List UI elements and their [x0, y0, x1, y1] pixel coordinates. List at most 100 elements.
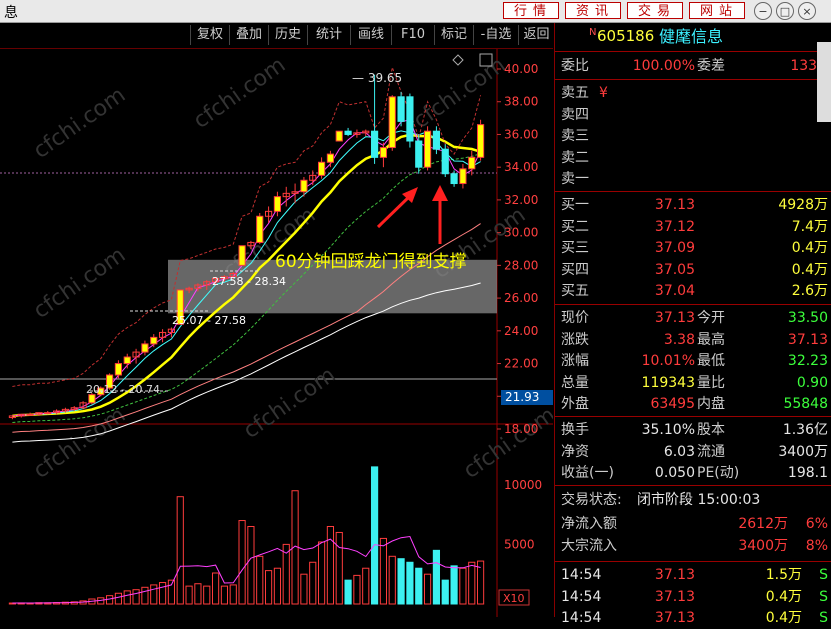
candle-body — [238, 245, 246, 266]
tool-zixuan[interactable]: -自选 — [473, 25, 518, 45]
price-tick-label: 38.00 — [504, 95, 538, 109]
kline-chart-area[interactable]: cfchi.com cfchi.com cfchi.com cfchi.com cfch… — [0, 49, 560, 617]
tick-price: 37.13 — [654, 588, 695, 605]
candle-body — [450, 173, 458, 185]
buy-volume: 4928万 — [778, 197, 828, 213]
stat-label: 涨幅 — [561, 353, 589, 369]
stat-value: 37.13 — [654, 310, 695, 326]
buy-label: 买三 — [561, 240, 589, 256]
stat-value-2: 33.50 — [787, 310, 828, 326]
stat-value-2: 37.13 — [787, 331, 828, 348]
annotation-text: 60分钟回踩龙门得到支撑 — [275, 252, 467, 272]
flow-row: 大宗流入 3400万 8% — [555, 536, 831, 557]
tick-row: 14:54 37.13 1.5万 S — [555, 565, 831, 586]
candle-body — [300, 179, 308, 193]
sell-row: 卖一 — [555, 169, 831, 190]
price-tick-label: 28.00 — [504, 258, 538, 272]
sell-row: 卖三 — [555, 126, 831, 147]
fin-row: 收益(一) 0.050 PE(动) 198.1 — [555, 463, 831, 484]
tick-row: 14:54 37.13 0.4万 S — [555, 608, 831, 629]
buy-label: 买二 — [561, 218, 589, 235]
fin-value-2: 1.36亿 — [782, 422, 828, 438]
fin-label-2: PE(动) — [697, 465, 740, 481]
buy-volume: 7.4万 — [791, 218, 828, 235]
buy-price: 37.12 — [654, 218, 695, 235]
restore-button[interactable]: □ — [776, 2, 794, 20]
stock-name: 健麾信息 — [659, 27, 724, 46]
candle-body — [468, 156, 476, 170]
fin-value-2: 198.1 — [787, 465, 828, 481]
candle-body — [415, 140, 423, 168]
buy-label: 买五 — [561, 283, 589, 299]
candle-body — [441, 148, 449, 175]
tool-fuquan[interactable]: 复权 — [190, 25, 229, 45]
stat-label: 外盘 — [561, 396, 589, 412]
tool-huaxian[interactable]: 画线 — [350, 25, 391, 45]
price-tick-label: 24.00 — [504, 324, 538, 338]
candle-body — [326, 153, 335, 163]
flow-pct: 6% — [805, 516, 828, 532]
buy-row: 买四 37.05 0.4万 — [555, 260, 831, 281]
tick-price: 37.13 — [654, 567, 695, 583]
title-bar: 息 行情 资讯 交易 网站 − □ × — [0, 0, 831, 23]
fin-value: 0.050 — [654, 465, 695, 481]
stat-value: 3.38 — [663, 331, 695, 348]
nav-wangzhan-button[interactable]: 网站 — [689, 2, 745, 19]
weibi-value: 100.00% — [632, 58, 695, 74]
buy-price: 37.13 — [654, 197, 695, 213]
tick-side: S — [819, 588, 828, 605]
side-scrollbar[interactable] — [817, 42, 831, 122]
sell-label: 卖四 — [561, 106, 589, 123]
candle-body — [397, 96, 405, 122]
stat-row: 总量 119343 量比 0.90 — [555, 373, 831, 394]
tool-lishi[interactable]: 历史 — [268, 25, 307, 45]
close-button[interactable]: × — [798, 2, 816, 20]
minimize-button[interactable]: − — [754, 2, 772, 20]
sell-label: 卖五 — [561, 85, 589, 101]
buy-volume: 0.4万 — [791, 261, 828, 278]
stat-value: 63495 — [650, 396, 695, 412]
kline-chart[interactable]: cfchi.com cfchi.comcfchi.com cfchi.comcfch… — [0, 49, 560, 617]
candle-body — [370, 130, 379, 158]
candle-body — [432, 130, 441, 150]
stat-label: 涨跌 — [561, 331, 589, 348]
tool-tongji[interactable]: 统计 — [307, 25, 350, 45]
sell-label: 卖二 — [561, 149, 589, 166]
weibi-row: 委比 100.00% 委差 1330 — [555, 56, 831, 77]
buy-label: 买四 — [561, 261, 589, 278]
tool-fanhui[interactable]: 返回 — [518, 25, 554, 45]
fin-row: 净资 6.03 流通 3400万 — [555, 442, 831, 463]
flow-row: 净流入额 2612万 6% — [555, 514, 831, 535]
candle-body — [317, 161, 326, 176]
trade-status-value: 闭市阶段 15:00:03 — [637, 492, 761, 508]
price-tick-label: 34.00 — [504, 160, 538, 174]
price-tick-label: 32.00 — [504, 193, 538, 207]
candle-body — [123, 356, 131, 365]
volume-bar — [370, 466, 379, 605]
stat-row: 涨跌 3.38 最高 37.13 — [555, 330, 831, 351]
nav-zixun-button[interactable]: 资讯 — [565, 2, 621, 19]
trade-status-row: 交易状态: 闭市阶段 15:00:03 — [555, 490, 831, 511]
nav-hangqing-button[interactable]: 行情 — [503, 2, 559, 19]
stat-row: 涨幅 10.01% 最低 32.23 — [555, 351, 831, 372]
buy-row: 买二 37.12 7.4万 — [555, 217, 831, 238]
volume-bar — [406, 561, 414, 605]
sell-row: 卖四 — [555, 105, 831, 126]
flow-label: 大宗流入 — [561, 537, 617, 554]
volume-bar — [441, 579, 449, 605]
stock-code-prefix: N — [589, 27, 597, 38]
sell-row: 卖二 — [555, 148, 831, 169]
tick-time: 14:54 — [561, 610, 602, 626]
tool-diejia[interactable]: 叠加 — [229, 25, 268, 45]
candle-body — [26, 413, 34, 416]
tool-biaoji[interactable]: 标记 — [434, 25, 473, 45]
trade-status-label: 交易状态: — [561, 492, 622, 508]
low-range-label: 20.12 - 20.74 — [86, 383, 160, 396]
price-tick-label: 36.00 — [504, 127, 538, 141]
nav-jiaoyi-button[interactable]: 交易 — [627, 2, 683, 19]
tool-f10[interactable]: F10 — [391, 25, 434, 45]
fin-label: 净资 — [561, 443, 589, 460]
sell-label: 卖三 — [561, 128, 589, 144]
buy-row: 买三 37.09 0.4万 — [555, 238, 831, 259]
tick-row: 14:54 37.13 0.4万 S — [555, 587, 831, 608]
